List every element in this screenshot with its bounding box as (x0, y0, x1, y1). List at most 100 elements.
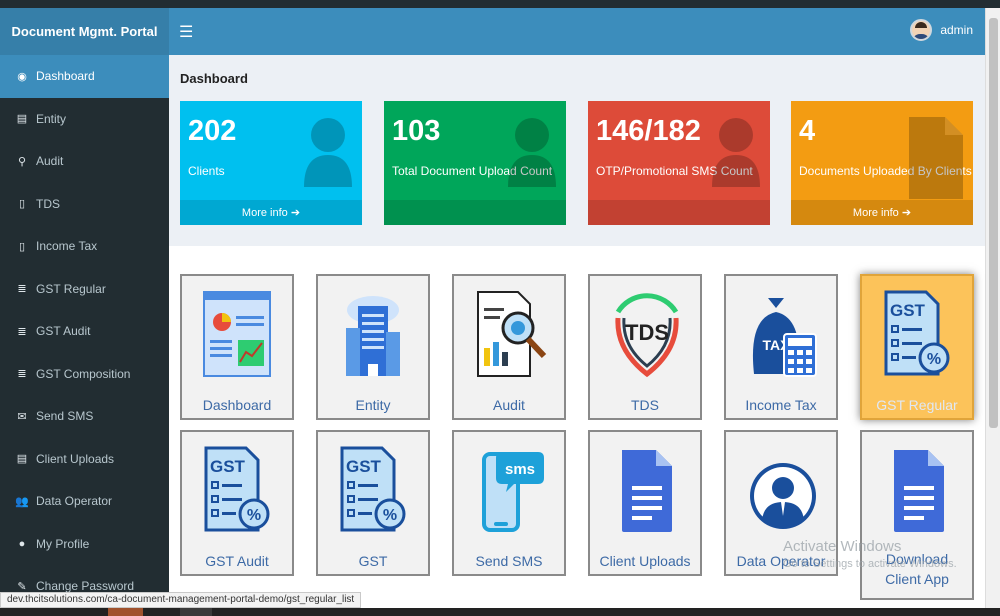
sidebar-item-dashboard[interactable]: ◉ Dashboard (0, 55, 169, 98)
document-icon (909, 117, 963, 199)
sidebar-item-label: Send SMS (36, 409, 94, 424)
tile-client-uploads[interactable]: Client Uploads (588, 430, 702, 576)
tile-label: Send SMS (475, 553, 543, 569)
sidebar-item-label: TDS (36, 196, 60, 211)
top-navbar: ☰ admin (169, 8, 985, 55)
gst-icon: GST % (884, 290, 950, 376)
sidebar-item-client-uploads[interactable]: ▤ Client Uploads (0, 438, 169, 481)
tile-label: GST Audit (205, 553, 269, 569)
sidebar-item-label: Audit (36, 154, 64, 169)
tile-label: Audit (493, 397, 525, 413)
tile-audit[interactable]: Audit (452, 274, 566, 420)
envelope-icon: ✉ (17, 410, 27, 423)
income-tax-icon: TAX (752, 298, 817, 377)
user-icon: ● (18, 537, 26, 550)
status-bar-url: dev.thcitsolutions.com/ca-document-manag… (0, 592, 362, 608)
activate-windows-watermark: Activate Windows Go to Settings to activ… (783, 538, 957, 570)
svg-text:%: % (927, 351, 941, 368)
tile-label: TDS (631, 397, 659, 413)
key-icon: ✎ (17, 580, 27, 593)
svg-text:TDS: TDS (625, 320, 669, 345)
taskbar-item[interactable] (108, 608, 143, 616)
file-icon: ▤ (16, 453, 28, 466)
taskbar-item[interactable] (180, 608, 212, 616)
tile-download-client-app[interactable]: Download Client App (860, 430, 974, 600)
building-icon: ▤ (16, 113, 28, 126)
tile-label: GST Regular (876, 397, 958, 413)
tile-dashboard[interactable]: Dashboard (180, 274, 294, 420)
stat-box-clients: 202 Clients More info ➔ (180, 101, 362, 225)
window-top-strip (0, 0, 1000, 8)
sidebar-item-send-sms[interactable]: ✉ Send SMS (0, 395, 169, 438)
watermark-title: Activate Windows (783, 538, 902, 555)
tile-gst-composition[interactable]: GST % GST Composition (316, 430, 430, 576)
brand-logo[interactable]: Document Mgmt. Portal (0, 8, 169, 55)
sidebar-item-label: GST Audit (36, 324, 91, 339)
operator-icon (750, 463, 816, 529)
user-icon (304, 118, 352, 187)
tile-income-tax[interactable]: TAX Income Tax (724, 274, 838, 420)
tile-entity[interactable]: Entity (316, 274, 430, 420)
stat-value: 202 (188, 115, 237, 147)
stat-value: 103 (392, 115, 441, 147)
sidebar-item-label: Income Tax (36, 239, 98, 254)
database-icon: ≣ (17, 325, 27, 338)
tile-gst-audit[interactable]: GST % GST Audit (180, 430, 294, 576)
sidebar-item-gst-composition[interactable]: ≣ GST Composition (0, 353, 169, 396)
sidebar-item-gst-regular[interactable]: ≣ GST Regular (0, 268, 169, 311)
user-menu[interactable]: admin (910, 19, 973, 41)
stat-footer[interactable] (384, 200, 566, 225)
tile-label: Income Tax (745, 397, 817, 413)
gst-icon: GST % (204, 446, 270, 532)
sidebar-item-audit[interactable]: ⚲ Audit (0, 140, 169, 183)
tile-label: Client Uploads (599, 553, 691, 569)
sidebar-item-data-operator[interactable]: 👥 Data Operator (0, 480, 169, 523)
scrollbar[interactable] (985, 8, 1000, 616)
sidebar-item-tds[interactable]: ▯ TDS (0, 183, 169, 226)
scrollbar-thumb[interactable] (989, 18, 998, 428)
svg-text:GST: GST (210, 457, 246, 476)
avatar (910, 19, 933, 41)
more-info-link[interactable]: More info ➔ (180, 200, 362, 225)
svg-text:%: % (247, 507, 261, 524)
sidebar-item-label: My Profile (36, 536, 90, 551)
sidebar-item-label: Dashboard (36, 69, 95, 84)
username: admin (940, 23, 973, 37)
sidebar: Document Mgmt. Portal ◉ Dashboard ▤ Entity ⚲… (0, 8, 169, 616)
tile-label: Dashboard (202, 397, 272, 413)
stat-value: 146/182 (596, 115, 701, 147)
tile-label: GST Composition (358, 553, 388, 569)
svg-text:%: % (383, 507, 397, 524)
page-title: Dashboard (180, 71, 248, 86)
taskbar (0, 608, 1000, 616)
users-icon: 👥 (15, 495, 29, 508)
tile-label: Entity (355, 397, 391, 413)
sidebar-item-entity[interactable]: ▤ Entity (0, 98, 169, 141)
sidebar-menu: ◉ Dashboard ▤ Entity ⚲ Audit ▯ TDS ▯ Income Tax ≣ G… (0, 55, 169, 608)
tile-tds[interactable]: TDS TDS (588, 274, 702, 420)
search-icon: ⚲ (17, 155, 27, 168)
dashboard-icon: ◉ (17, 70, 27, 83)
file-icon: ▯ (18, 240, 26, 253)
stat-box-total-document-upload: 103 Total Document Upload Count (384, 101, 566, 225)
sidebar-item-my-profile[interactable]: ● My Profile (0, 523, 169, 566)
user-icon (712, 118, 760, 187)
more-info-link[interactable]: More info ➔ (791, 200, 973, 225)
document-icon (894, 450, 944, 532)
tile-send-sms[interactable]: sms Send SMS (452, 430, 566, 576)
tds-icon: TDS (615, 293, 679, 378)
hamburger-menu-icon[interactable]: ☰ (179, 22, 193, 42)
svg-text:GST: GST (890, 301, 926, 320)
stat-box-sms-count: 146/182 OTP/Promotional SMS Count (588, 101, 770, 225)
tile-gst-regular[interactable]: GST % GST Regular (860, 274, 974, 420)
sms-icon: sms (482, 452, 544, 532)
stat-footer[interactable] (588, 200, 770, 225)
sidebar-item-gst-audit[interactable]: ≣ GST Audit (0, 310, 169, 353)
database-icon: ≣ (17, 368, 27, 381)
stat-value: 4 (799, 115, 816, 147)
sidebar-item-label: GST Composition (36, 366, 131, 381)
sidebar-item-label: Client Uploads (36, 451, 115, 466)
sidebar-item-income-tax[interactable]: ▯ Income Tax (0, 225, 169, 268)
document-icon (622, 450, 672, 532)
building-icon (346, 296, 400, 376)
